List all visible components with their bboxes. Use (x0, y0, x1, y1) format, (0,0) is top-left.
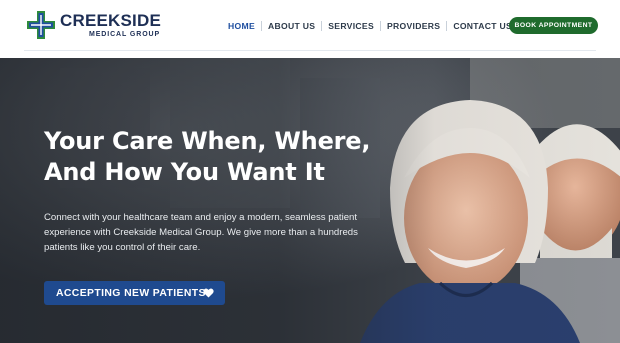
site-header: CREEKSIDE MEDICAL GROUP HOME ABOUT US SE… (0, 0, 620, 58)
hero-title-line-2: And How You Want It (44, 158, 325, 186)
book-appointment-button[interactable]: BOOK APPOINTMENT (509, 17, 598, 34)
logo[interactable]: CREEKSIDE MEDICAL GROUP (26, 10, 161, 42)
hero-description: Connect with your healthcare team and en… (44, 212, 358, 253)
brand-subtitle: MEDICAL GROUP (89, 31, 161, 38)
hero-title: Your Care When, Where, And How You Want … (44, 126, 374, 188)
hero-section: Your Care When, Where, And How You Want … (0, 58, 620, 343)
nav-item-about-us[interactable]: ABOUT US (262, 21, 321, 31)
brand-name: CREEKSIDE (60, 11, 161, 30)
accepting-new-patients-button[interactable]: ACCEPTING NEW PATIENTS (44, 281, 225, 305)
nav-item-services[interactable]: SERVICES (322, 21, 380, 31)
nav-item-contact-us[interactable]: CONTACT US (447, 21, 518, 31)
main-nav: HOME ABOUT US SERVICES PROVIDERS CONTACT… (222, 19, 518, 33)
heart-icon (203, 288, 214, 298)
medical-cross-icon (27, 11, 55, 39)
nav-item-home[interactable]: HOME (222, 21, 261, 31)
header-divider (24, 50, 596, 51)
nav-item-providers[interactable]: PROVIDERS (381, 21, 446, 31)
cta-label: ACCEPTING NEW PATIENTS (56, 287, 206, 299)
hero-title-line-1: Your Care When, Where, (44, 127, 371, 155)
